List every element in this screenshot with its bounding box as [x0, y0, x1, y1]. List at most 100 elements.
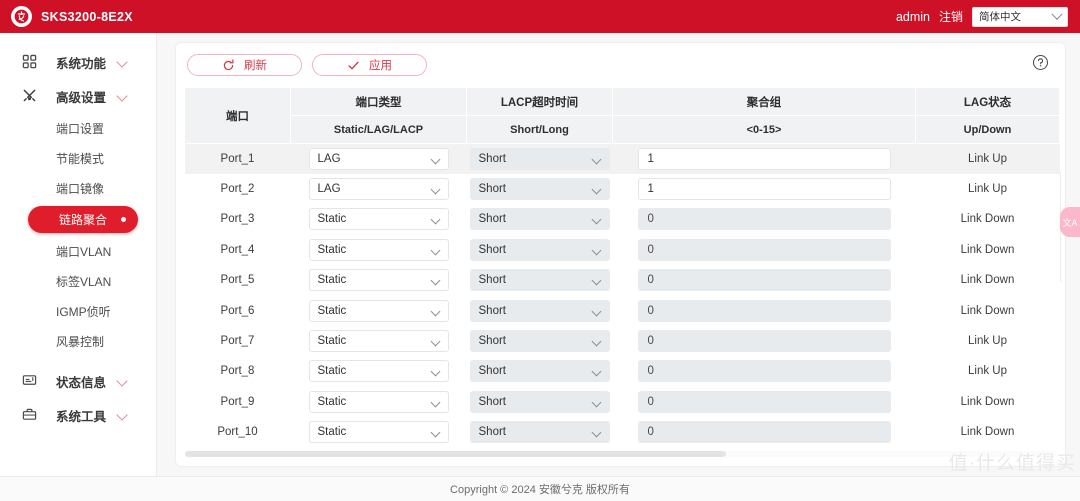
cell-lacp-timeout: Short — [467, 295, 613, 325]
table-row[interactable]: Port_10 Static Short 0 Link Down — [185, 417, 1060, 447]
cell-lacp-timeout: Short — [467, 204, 613, 234]
cell-aggregation-group: 0 — [613, 356, 916, 386]
sidebar-item-port-mirroring[interactable]: 端口镜像 — [0, 173, 156, 203]
sidebar-item-label: 链路聚合 — [58, 213, 107, 227]
lacp-timeout-select[interactable]: Short — [469, 208, 610, 231]
lacp-timeout-select[interactable]: Short — [469, 178, 610, 201]
cell-lacp-timeout: Short — [466, 143, 613, 174]
port-type-select[interactable]: Static — [308, 330, 449, 353]
cell-lag-status: Link Down — [960, 213, 1015, 226]
lacp-timeout-value: Short — [478, 183, 507, 196]
scrollbar-thumb[interactable] — [185, 451, 726, 457]
refresh-button[interactable]: 刷新 — [187, 54, 302, 76]
table-row[interactable]: Port_4 Static Short 0 Link Down — [185, 235, 1060, 265]
link-aggregation-table: 端口 端口类型 LACP超时时间 聚合组 LAG状态 Static/LAG/LA… — [184, 87, 1060, 447]
table-head: 端口 端口类型 LACP超时时间 聚合组 LAG状态 Static/LAG/LA… — [184, 87, 1060, 144]
port-type-select[interactable]: LAG — [308, 178, 449, 201]
admin-username: admin — [895, 9, 930, 24]
aggregation-group-input[interactable]: 1 — [637, 178, 891, 201]
translate-widget-tab[interactable]: 文A — [1060, 207, 1080, 237]
lacp-timeout-select[interactable]: Short — [469, 147, 610, 170]
chevron-down-icon — [591, 427, 601, 438]
aggregation-group-input: 0 — [637, 238, 891, 261]
chevron-down-icon — [116, 56, 128, 68]
table-row[interactable]: Port_5 Static Short 0 Link Down — [185, 265, 1060, 295]
sidebar: 系统功能 高级设置 端口设置 节能模式 端口镜像 链路聚合 端口VLAN 标签V… — [0, 33, 157, 476]
chevron-down-icon — [430, 336, 440, 347]
horizontal-scrollbar[interactable] — [185, 451, 1057, 457]
lacp-timeout-select[interactable]: Short — [469, 360, 610, 383]
lacp-timeout-value: Short — [478, 152, 507, 165]
port-type-select[interactable]: Static — [308, 360, 449, 383]
cell-port: Port_3 — [220, 213, 255, 226]
table-row[interactable]: Port_9 Static Short 0 Link Down — [185, 387, 1060, 417]
lacp-timeout-select[interactable]: Short — [469, 299, 610, 322]
lacp-timeout-select[interactable]: Short — [469, 330, 610, 353]
port-type-select[interactable]: Static — [308, 390, 449, 413]
cell-lag-status: Link Up — [968, 183, 1007, 196]
sidebar-item-energy-saving[interactable]: 节能模式 — [0, 143, 156, 173]
port-type-select[interactable]: Static — [308, 208, 449, 231]
lacp-timeout-value: Short — [478, 304, 507, 317]
port-type-select[interactable]: Static — [308, 238, 449, 261]
sidebar-group-advanced-settings[interactable]: 高级设置 — [0, 79, 156, 113]
cell-port: Port_1 — [184, 143, 291, 174]
port-type-value: Static — [317, 243, 347, 256]
port-type-select[interactable]: LAG — [308, 147, 449, 170]
lacp-timeout-select[interactable]: Short — [469, 390, 610, 413]
sidebar-item-link-aggregation[interactable]: 链路聚合 — [28, 206, 138, 233]
table-row[interactable]: Port_1 LAG Short 1 Link Up — [184, 143, 1060, 174]
page-footer: Copyright © 2024 安徽兮克 版权所有 — [0, 476, 1080, 501]
help-icon[interactable] — [1032, 54, 1049, 71]
cell-port: Port_5 — [220, 274, 255, 287]
table-row[interactable]: Port_8 Static Short 0 Link Up — [185, 356, 1060, 386]
sidebar-group-status-info[interactable]: 状态信息 — [0, 364, 156, 398]
lacp-timeout-value: Short — [478, 243, 507, 256]
chevron-down-icon — [430, 184, 440, 195]
port-type-select[interactable]: Static — [308, 421, 449, 444]
logout-link[interactable]: 注销 — [939, 8, 963, 25]
sidebar-group-system-tools[interactable]: 系统工具 — [0, 398, 156, 432]
cell-lag-status: Link Down — [960, 304, 1015, 317]
chevron-down-icon — [430, 215, 440, 225]
chevron-down-icon — [591, 154, 601, 165]
sidebar-item-port-settings[interactable]: 端口设置 — [0, 113, 156, 143]
lacp-timeout-value: Short — [478, 395, 507, 408]
sidebar-item-igmp-snooping[interactable]: IGMP侦听 — [0, 296, 156, 326]
aggregation-group-input: 0 — [637, 360, 891, 383]
chevron-down-icon — [591, 366, 601, 377]
apply-button[interactable]: 应用 — [312, 54, 427, 76]
sidebar-item-label: 端口设置 — [56, 121, 105, 136]
table-container: 端口 端口类型 LACP超时时间 聚合组 LAG状态 Static/LAG/LA… — [176, 87, 1065, 447]
port-type-select[interactable]: Static — [308, 299, 449, 322]
language-select[interactable]: 简体中文 — [972, 6, 1068, 27]
chevron-down-icon — [430, 275, 440, 286]
port-type-select[interactable]: Static — [308, 269, 449, 292]
main-content: 刷新 应用 端口 端口类型 LACP超时时间 聚合组 LAG状态 Static/… — [157, 33, 1080, 476]
lacp-timeout-select[interactable]: Short — [469, 238, 610, 261]
lacp-timeout-select[interactable]: Short — [469, 421, 610, 444]
aggregation-group-input[interactable]: 1 — [637, 147, 891, 170]
chevron-down-icon — [430, 154, 440, 165]
cell-port-type: Static — [291, 417, 467, 447]
table-row[interactable]: Port_6 Static Short 0 Link Down — [185, 295, 1060, 325]
apply-label: 应用 — [369, 60, 392, 72]
cell-aggregation-group: 0 — [613, 387, 916, 417]
sidebar-item-storm-control[interactable]: 风暴控制 — [0, 326, 156, 356]
chevron-down-icon — [430, 366, 440, 377]
chevron-down-icon — [430, 245, 440, 256]
cell-port-type: Static — [291, 326, 467, 356]
cell-port-type: Static — [291, 387, 467, 417]
sidebar-group-system-function[interactable]: 系统功能 — [0, 45, 156, 79]
lacp-timeout-select[interactable]: Short — [469, 269, 610, 292]
cell-lacp-timeout: Short — [467, 387, 613, 417]
device-name: SKS3200-8E2X — [41, 9, 133, 24]
sidebar-item-port-vlan[interactable]: 端口VLAN — [0, 236, 156, 266]
table-row[interactable]: Port_2 LAG Short 1 Link Up — [185, 174, 1060, 204]
header-row-primary: 端口 端口类型 LACP超时时间 聚合组 LAG状态 — [184, 87, 1060, 144]
sidebar-item-label: 节能模式 — [56, 151, 105, 166]
table-row[interactable]: Port_3 Static Short 0 Link Down — [185, 204, 1060, 234]
sidebar-item-tag-vlan[interactable]: 标签VLAN — [0, 266, 156, 296]
table-row[interactable]: Port_7 Static Short 0 Link Up — [185, 326, 1060, 356]
aggregation-group-input: 0 — [637, 390, 891, 413]
